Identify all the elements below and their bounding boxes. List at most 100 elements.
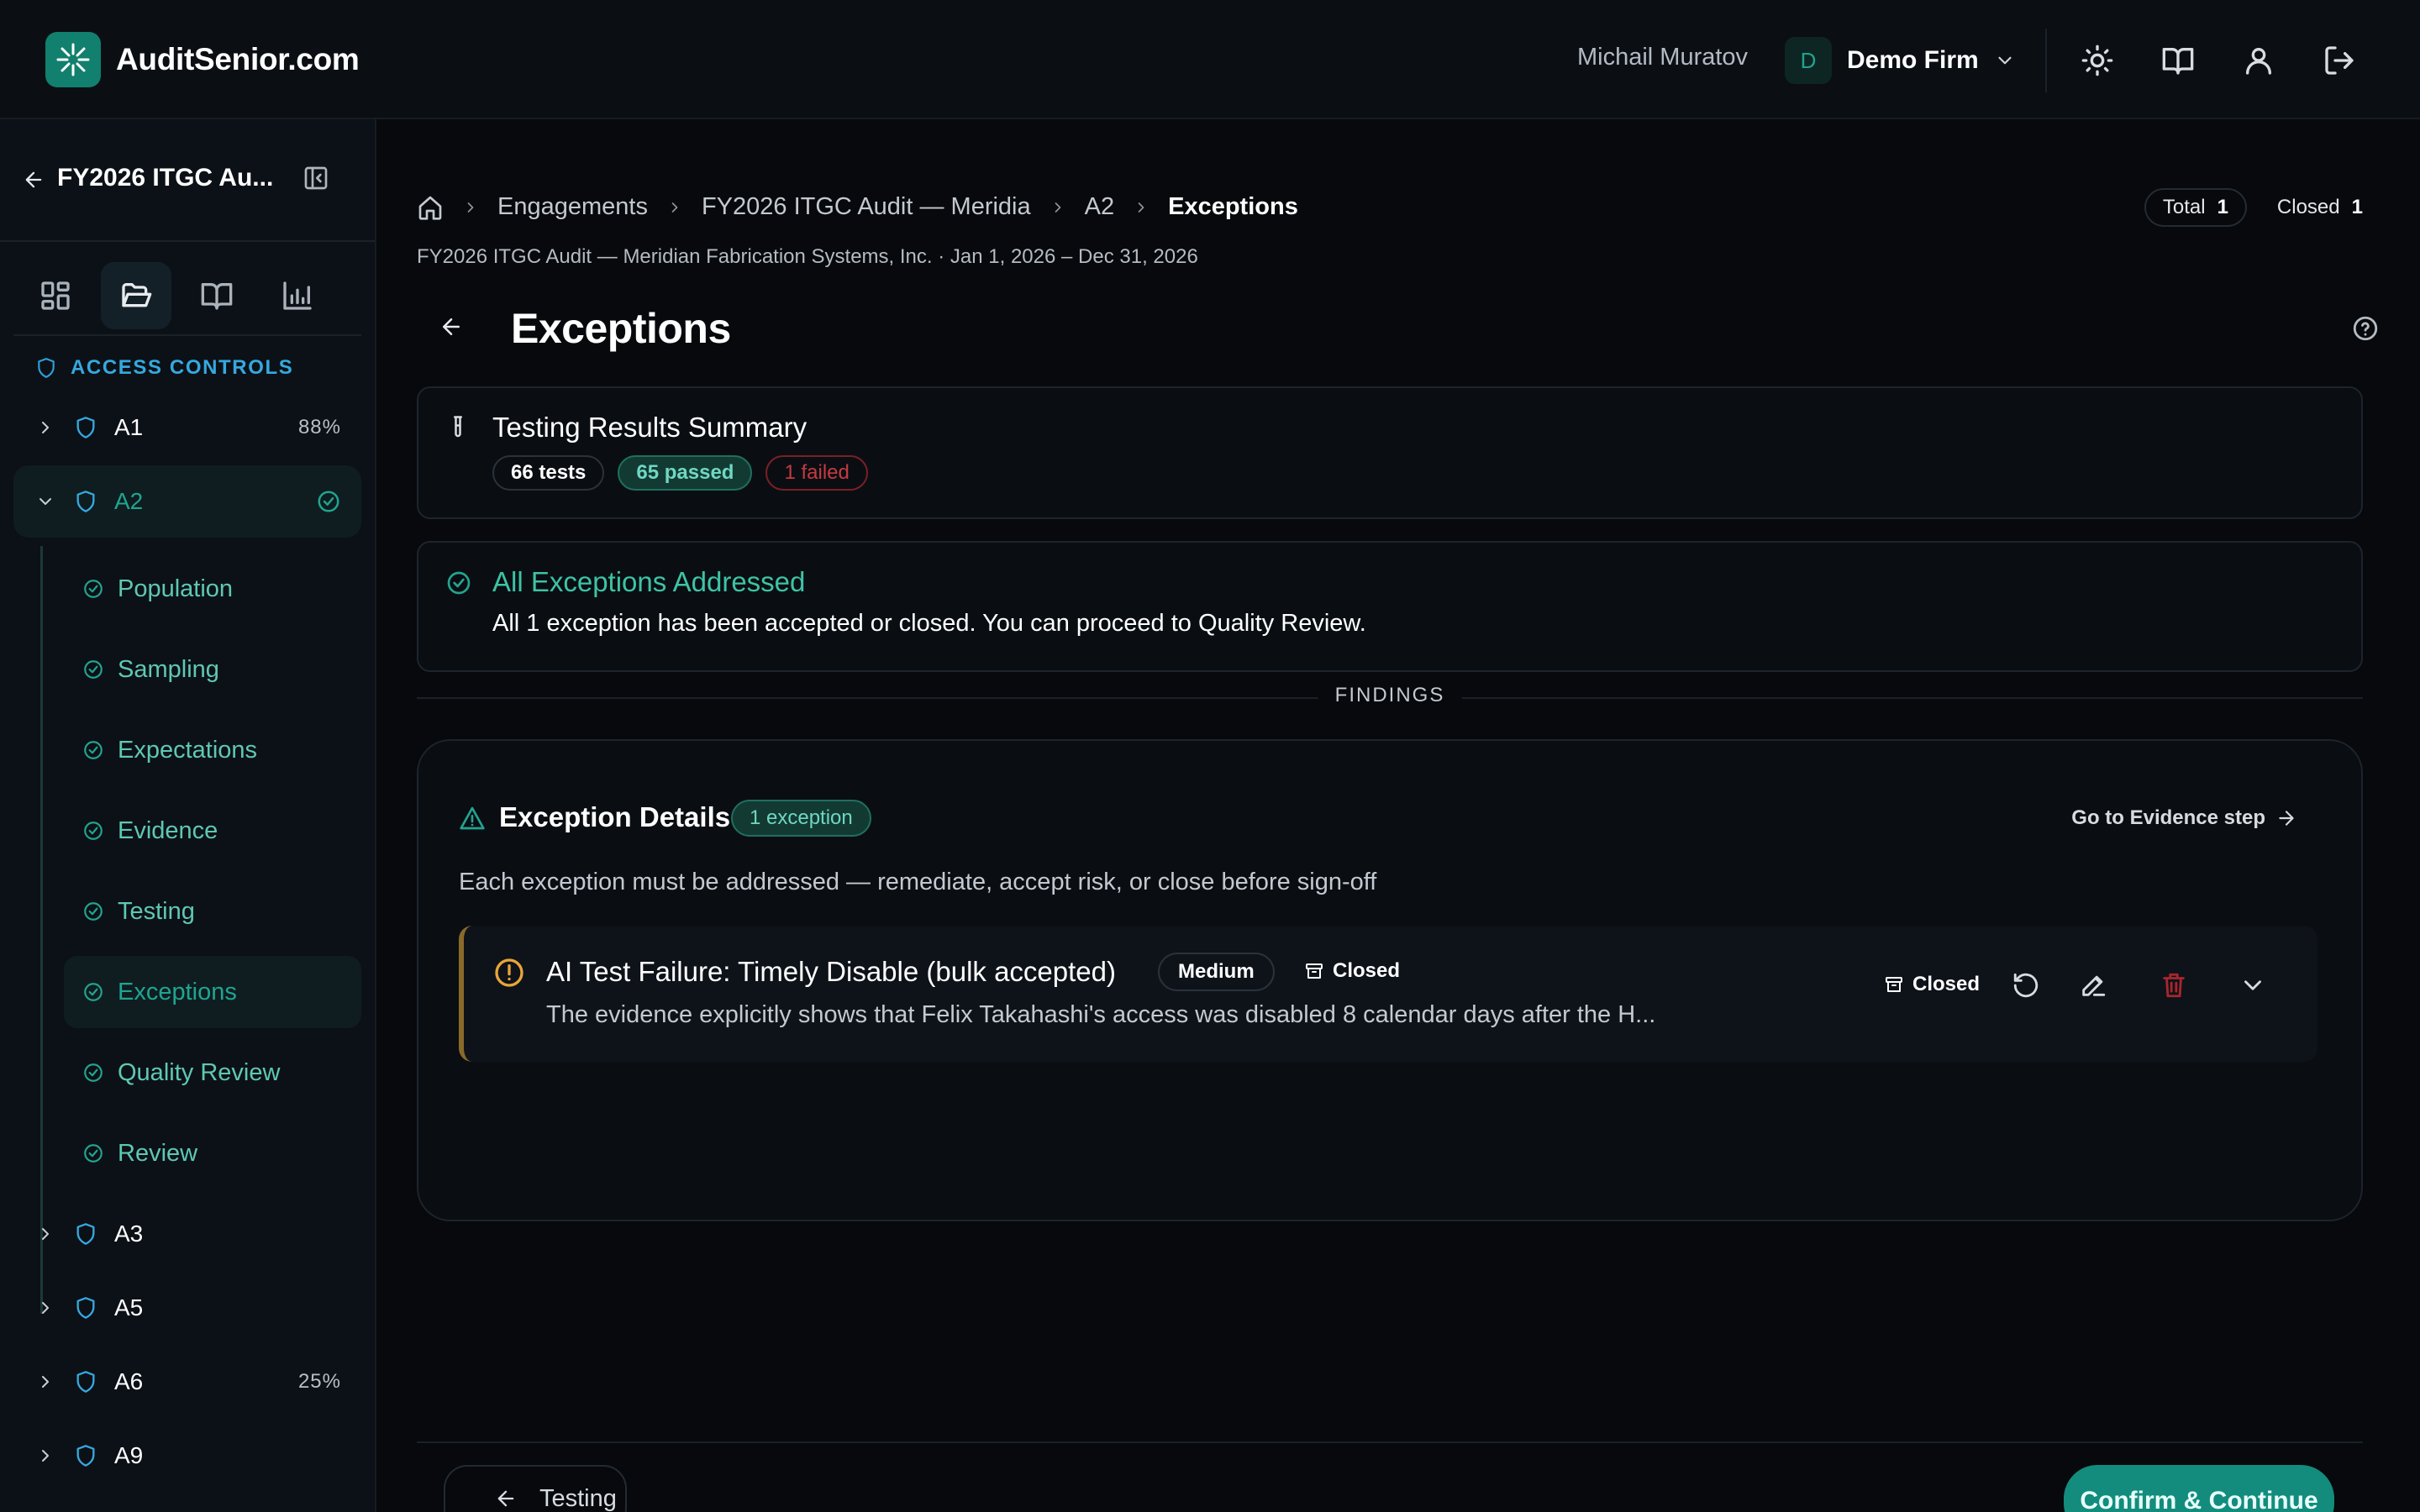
severity-badge: Medium — [1158, 953, 1275, 991]
main-content: Engagements FY2026 ITGC Audit — Meridia … — [376, 119, 2420, 1512]
step-population[interactable]: Population — [64, 553, 361, 625]
step-label: Quality Review — [118, 1058, 281, 1086]
step-label: Expectations — [118, 736, 258, 764]
brand[interactable]: AuditSenior.com — [45, 32, 360, 87]
brand-name: AuditSenior.com — [116, 42, 360, 76]
breadcrumb-control[interactable]: A2 — [1085, 193, 1114, 221]
exception-item[interactable]: AI Test Failure: Timely Disable (bulk ac… — [459, 926, 2317, 1062]
total-counter: Total 1 — [2144, 188, 2247, 227]
breadcrumb-engagement[interactable]: FY2026 ITGC Audit — Meridia — [702, 193, 1031, 221]
firm-name: Demo Firm — [1847, 46, 1979, 74]
findings-divider: FINDINGS — [417, 684, 2363, 707]
breadcrumb-current: Exceptions — [1168, 193, 1298, 220]
sidebar-tabs — [13, 255, 361, 336]
status-badge: Closed — [1304, 959, 1400, 983]
sidebar-item-a2[interactable]: A2 — [13, 465, 361, 538]
step-exceptions[interactable]: Exceptions — [64, 956, 361, 1028]
chevron-right-icon[interactable] — [35, 1298, 55, 1318]
sidebar-item-a5[interactable]: A5 — [13, 1272, 361, 1344]
passed-count-badge: 65 passed — [618, 455, 753, 491]
step-sampling[interactable]: Sampling — [64, 633, 361, 706]
tests-count-badge: 66 tests — [492, 455, 605, 491]
go-to-evidence-link[interactable]: Go to Evidence step — [2071, 806, 2297, 830]
check-circle-icon — [82, 739, 104, 761]
folder-open-icon — [119, 279, 153, 312]
control-label: A1 — [114, 414, 144, 440]
archive-icon — [1884, 974, 1912, 995]
previous-step-button[interactable]: Testing — [444, 1465, 627, 1512]
previous-step-label: Testing — [539, 1484, 617, 1512]
testing-summary-title: Testing Results Summary — [492, 412, 808, 443]
step-label: Evidence — [118, 816, 218, 844]
step-testing[interactable]: Testing — [64, 875, 361, 948]
control-progress: 25% — [297, 1370, 341, 1393]
breadcrumb-engagements[interactable]: Engagements — [497, 193, 648, 221]
user-icon[interactable] — [2240, 42, 2277, 79]
check-circle-icon — [82, 578, 104, 600]
closed-counter: Closed 1 — [2260, 188, 2380, 227]
check-circle-icon — [82, 1142, 104, 1164]
control-label: A5 — [114, 1294, 144, 1320]
check-circle-icon — [316, 489, 341, 514]
engagement-info: FY2026 ITGC Audit — Meridian Fabrication… — [417, 245, 1198, 268]
exception-count-badge: 1 exception — [731, 800, 871, 837]
step-evidence[interactable]: Evidence — [64, 795, 361, 867]
step-label: Exceptions — [118, 978, 237, 1005]
check-circle-icon — [82, 900, 104, 922]
page-title: Exceptions — [511, 305, 731, 352]
closed-status-button[interactable]: Closed — [1884, 973, 1980, 996]
confirm-continue-button[interactable]: Confirm & Continue — [2064, 1465, 2334, 1512]
chevron-right-icon[interactable] — [35, 1224, 55, 1244]
chevron-right-icon — [1050, 199, 1066, 216]
sidebar-item-a9[interactable]: A9 — [13, 1420, 361, 1492]
chevron-right-icon[interactable] — [35, 1446, 55, 1466]
step-expectations[interactable]: Expectations — [64, 714, 361, 786]
collapse-sidebar-icon[interactable] — [302, 165, 329, 192]
check-circle-icon — [82, 981, 104, 1003]
sun-icon[interactable] — [2079, 42, 2116, 79]
control-label: A3 — [114, 1221, 144, 1247]
chevron-right-icon — [1133, 199, 1150, 216]
chevron-down-icon[interactable] — [2238, 971, 2267, 1000]
chevron-right-icon[interactable] — [35, 1372, 55, 1392]
footer-divider — [417, 1441, 2363, 1443]
chevron-down-icon — [1994, 50, 2016, 71]
home-icon[interactable] — [417, 194, 444, 221]
control-label: A6 — [114, 1368, 144, 1394]
reopen-icon[interactable] — [2012, 971, 2040, 1000]
tab-reports[interactable] — [262, 262, 333, 329]
back-arrow-icon[interactable] — [22, 168, 45, 192]
chevron-down-icon[interactable] — [35, 491, 55, 512]
logout-icon[interactable] — [2321, 42, 2358, 79]
tab-dashboard[interactable] — [20, 262, 91, 329]
step-label: Population — [118, 575, 234, 602]
exception-details-card: Exception Details 1 exception Go to Evid… — [417, 739, 2363, 1221]
back-arrow-icon[interactable] — [439, 314, 464, 339]
user-name: Michail Muratov — [1577, 44, 1749, 71]
alert-circle-icon — [492, 956, 526, 990]
edit-icon[interactable] — [2079, 971, 2107, 1000]
go-to-evidence-label: Go to Evidence step — [2071, 806, 2265, 829]
findings-label: FINDINGS — [1318, 684, 1462, 707]
step-label: Testing — [118, 897, 195, 925]
tab-library[interactable] — [182, 262, 252, 329]
header-divider — [2045, 29, 2047, 92]
trash-icon[interactable] — [2160, 971, 2188, 1000]
sidebar-item-a3[interactable]: A3 — [13, 1198, 361, 1270]
step-label: Review — [118, 1139, 198, 1167]
sidebar-item-a1[interactable]: A1 88% — [13, 391, 361, 464]
sidebar-item-a6[interactable]: A6 25% — [13, 1346, 361, 1418]
shield-icon — [35, 357, 57, 379]
step-review[interactable]: Review — [64, 1117, 361, 1189]
closed-value: 1 — [2351, 196, 2363, 218]
bar-chart-icon — [281, 279, 314, 312]
step-quality-review[interactable]: Quality Review — [64, 1037, 361, 1109]
exceptions-addressed-card: All Exceptions Addressed All 1 exception… — [417, 541, 2363, 672]
chevron-right-icon[interactable] — [35, 417, 55, 438]
control-progress: 88% — [297, 416, 341, 438]
help-icon[interactable] — [2351, 314, 2380, 343]
tab-workpapers[interactable] — [101, 262, 171, 329]
chevron-right-icon — [462, 199, 479, 216]
firm-switcher[interactable]: D Demo Firm — [1785, 36, 2016, 85]
book-icon[interactable] — [2160, 42, 2196, 79]
